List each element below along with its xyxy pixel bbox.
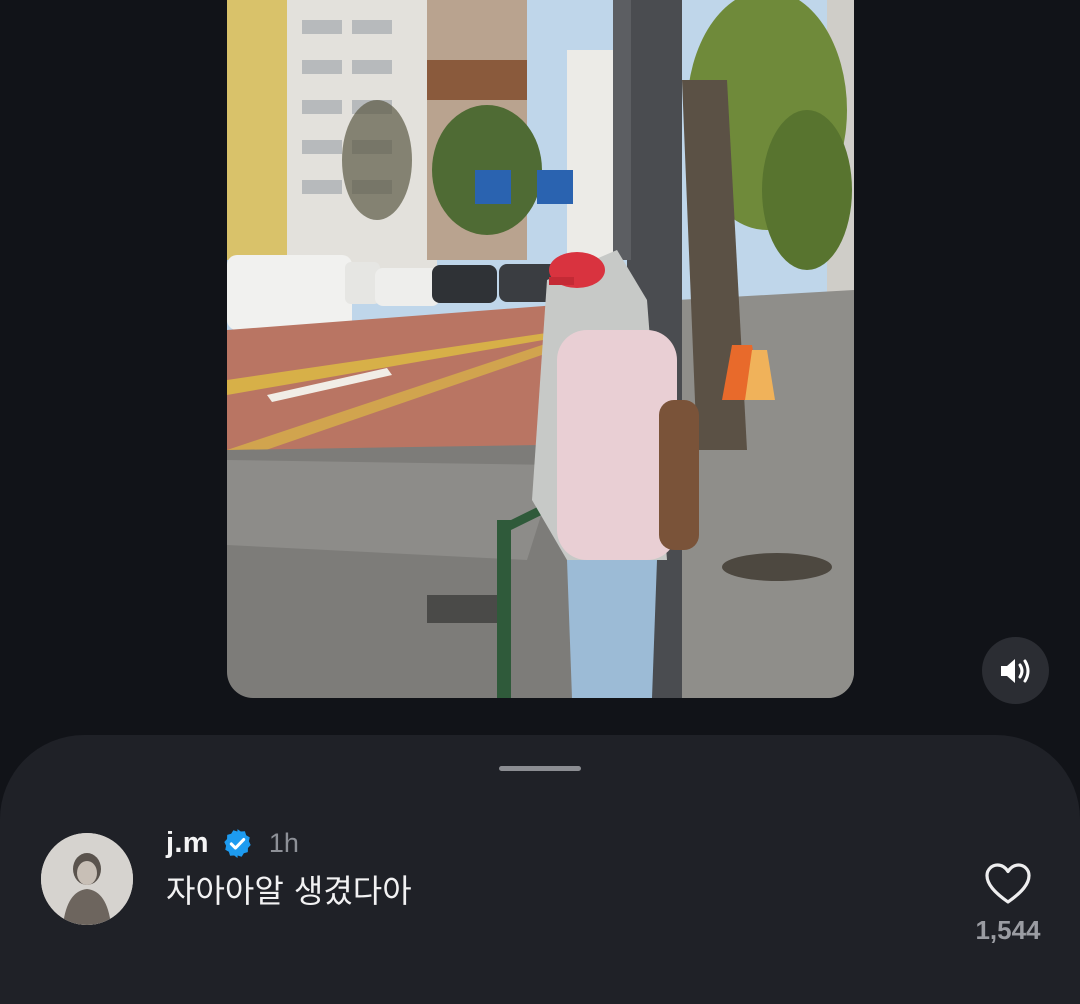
like-count: 1,544 xyxy=(975,915,1041,945)
drag-handle[interactable] xyxy=(499,766,581,771)
comment-text: 자아아알 생겼다아 xyxy=(166,872,412,910)
avatar[interactable] xyxy=(41,833,133,925)
post-media-photo[interactable] xyxy=(227,0,854,698)
username[interactable]: j.m xyxy=(166,827,209,860)
volume-button[interactable] xyxy=(982,637,1049,704)
heart-outline-icon xyxy=(985,863,1031,904)
volume-icon xyxy=(1000,658,1029,683)
verified-badge-icon xyxy=(221,827,254,860)
app-screen: j.m 1h 자아아알 생겼다아 1,544 xyxy=(0,0,1080,1004)
comment-meta: j.m 1h xyxy=(166,824,299,862)
comments-sheet: j.m 1h 자아아알 생겼다아 1,544 xyxy=(0,735,1080,1004)
comment-time: 1h xyxy=(268,827,299,858)
like-button[interactable] xyxy=(984,862,1032,906)
avatar-image xyxy=(41,833,133,925)
street-scene-image xyxy=(227,0,854,698)
